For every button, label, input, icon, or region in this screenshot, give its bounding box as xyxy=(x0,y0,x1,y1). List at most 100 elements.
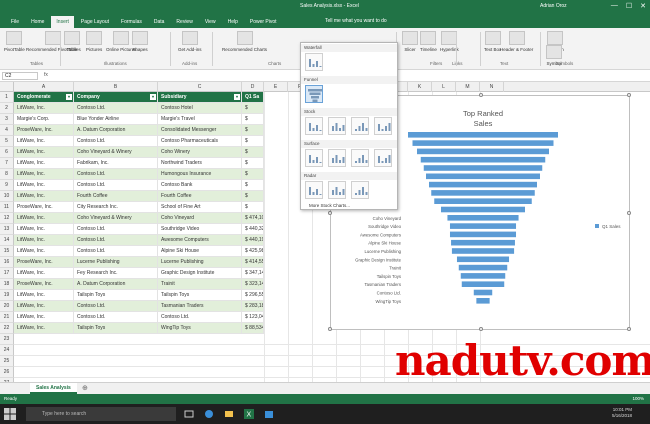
row-header-11[interactable]: 11 xyxy=(0,202,14,213)
chart-title[interactable]: Top Ranked Sales xyxy=(463,109,503,128)
table-cell[interactable]: Contoso Ltd. xyxy=(74,103,158,114)
row-header-26[interactable]: 26 xyxy=(0,367,14,378)
table-cell[interactable]: Tailspin Toys xyxy=(74,323,158,334)
timeline-button[interactable]: Timeline xyxy=(420,31,437,52)
table-cell[interactable]: $ xyxy=(242,202,264,213)
task-view-icon[interactable] xyxy=(184,409,194,419)
legend-label[interactable]: Q1 Sales xyxy=(602,224,621,229)
funnel-bar[interactable] xyxy=(461,281,505,287)
column-header-l[interactable]: L xyxy=(432,82,456,92)
table-cell[interactable]: $ xyxy=(242,114,264,125)
sheet-tab-sales-analysis[interactable]: Sales Analysis xyxy=(30,383,77,394)
table-cell[interactable]: Fabrikam, Inc. xyxy=(74,158,158,169)
table-cell[interactable]: Coho Vineyard & Winery xyxy=(74,213,158,224)
table-cell[interactable]: LitWare, Inc. xyxy=(14,224,74,235)
funnel-bar[interactable] xyxy=(451,248,515,254)
radar-chart-thumbnail[interactable] xyxy=(351,181,369,199)
funnel-bar[interactable] xyxy=(458,264,508,271)
table-cell[interactable]: LitWare, Inc. xyxy=(14,136,74,147)
maximize-button[interactable]: ☐ xyxy=(626,2,632,10)
table-cell[interactable]: LitWare, Inc. xyxy=(14,301,74,312)
table-cell[interactable]: $ 283,184 xyxy=(242,301,264,312)
funnel-bar[interactable] xyxy=(476,298,490,304)
table-cell[interactable]: Contoso Ltd. xyxy=(74,224,158,235)
table-cell[interactable]: Consolidated Messenger xyxy=(158,125,242,136)
table-cell[interactable]: Blue Yonder Airline xyxy=(74,114,158,125)
table-button[interactable]: Table xyxy=(64,31,80,52)
row-header-19[interactable]: 19 xyxy=(0,290,14,301)
table-cell[interactable]: $ 88,534 xyxy=(242,323,264,334)
zoom-level[interactable]: 100% xyxy=(632,396,644,401)
table-cell[interactable]: Margie's Corp. xyxy=(14,114,74,125)
tab-page-layout[interactable]: Page Layout xyxy=(76,16,114,28)
row-header-9[interactable]: 9 xyxy=(0,180,14,191)
recommended-charts-button[interactable]: Recommended Charts xyxy=(222,31,267,52)
windows-start-icon[interactable] xyxy=(4,408,16,420)
funnel-bar[interactable] xyxy=(441,206,525,213)
table-cell[interactable]: Contoso Ltd. xyxy=(74,312,158,323)
tab-review[interactable]: Review xyxy=(171,16,197,28)
table-cell[interactable]: LitWare, Inc. xyxy=(14,169,74,180)
table-cell[interactable]: City Research Inc. xyxy=(74,202,158,213)
table-cell[interactable]: Awesome Computers xyxy=(158,235,242,246)
table-cell[interactable]: LitWare, Inc. xyxy=(14,147,74,158)
column-header-a[interactable]: A xyxy=(14,82,74,92)
table-cell[interactable]: Tasmanian Traders xyxy=(158,301,242,312)
funnel-bar[interactable] xyxy=(420,156,546,163)
table-cell[interactable]: Southridge Video xyxy=(158,224,242,235)
table-cell[interactable]: LitWare, Inc. xyxy=(14,180,74,191)
shapes-button[interactable]: Shapes xyxy=(132,31,148,52)
taskbar-clock[interactable]: 10:01 PM 5/16/2018 xyxy=(612,407,632,419)
table-cell[interactable]: LitWare, Inc. xyxy=(14,290,74,301)
row-header-16[interactable]: 16 xyxy=(0,257,14,268)
name-box[interactable]: C2 xyxy=(2,72,38,80)
table-cell[interactable]: LitWare, Inc. xyxy=(14,323,74,334)
funnel-bar[interactable] xyxy=(460,273,506,279)
excel-app-icon[interactable]: X xyxy=(244,409,254,419)
surface-chart-thumbnail[interactable] xyxy=(351,149,369,167)
chart-resize-handle[interactable] xyxy=(627,93,631,97)
table-header-cell[interactable]: Conglomerate ▾ xyxy=(14,92,74,103)
table-cell[interactable]: Coho Vineyard & Winery xyxy=(74,147,158,158)
funnel-bar[interactable] xyxy=(451,239,515,246)
table-cell[interactable]: Contoso Ltd. xyxy=(74,169,158,180)
table-cell[interactable]: Contoso Ltd. xyxy=(74,301,158,312)
table-cell[interactable]: $ 347,142 xyxy=(242,268,264,279)
funnel-bar[interactable] xyxy=(449,223,517,229)
funnel-bar[interactable] xyxy=(447,215,519,221)
table-cell[interactable]: A. Datum Corporation xyxy=(74,125,158,136)
funnel-bar[interactable] xyxy=(431,190,535,196)
row-header-10[interactable]: 10 xyxy=(0,191,14,202)
tell-me-box[interactable]: Tell me what you want to do xyxy=(325,18,387,24)
table-cell[interactable]: Contoso Ltd. xyxy=(158,312,242,323)
row-header-1[interactable]: 1 xyxy=(0,92,14,103)
funnel-bar[interactable] xyxy=(434,198,532,204)
slicer-button[interactable]: Slicer xyxy=(402,31,418,52)
table-cell[interactable]: Fourth Coffee xyxy=(158,191,242,202)
funnel-bar[interactable] xyxy=(473,289,493,296)
surface-chart-thumbnail[interactable] xyxy=(305,149,323,167)
row-header-6[interactable]: 6 xyxy=(0,147,14,158)
table-cell[interactable]: Lucerne Publishing xyxy=(158,257,242,268)
row-header-24[interactable]: 24 xyxy=(0,345,14,356)
table-cell[interactable]: Contoso Ltd. xyxy=(74,246,158,257)
row-header-12[interactable]: 12 xyxy=(0,213,14,224)
column-header-e[interactable]: E xyxy=(264,82,288,92)
stock-chart-thumbnail[interactable] xyxy=(351,117,369,135)
table-cell[interactable]: Tailspin Toys xyxy=(74,290,158,301)
table-cell[interactable]: $ 414,554 xyxy=(242,257,264,268)
filter-dropdown-icon[interactable]: ▾ xyxy=(66,94,72,100)
table-cell[interactable]: Tailspin Toys xyxy=(158,290,242,301)
row-header-8[interactable]: 8 xyxy=(0,169,14,180)
filter-dropdown-icon[interactable]: ▾ xyxy=(234,94,240,100)
edge-browser-icon[interactable] xyxy=(204,409,214,419)
chart-resize-handle[interactable] xyxy=(627,211,631,215)
table-cell[interactable]: Coho Vineyard xyxy=(158,213,242,224)
header-footer-button[interactable]: Header & Footer xyxy=(500,31,533,52)
table-cell[interactable]: Coho Winery xyxy=(158,147,242,158)
table-cell[interactable]: $ 474,103 xyxy=(242,213,264,224)
table-cell[interactable]: WingTip Toys xyxy=(158,323,242,334)
table-cell[interactable]: LitWare, Inc. xyxy=(14,191,74,202)
row-header-20[interactable]: 20 xyxy=(0,301,14,312)
row-header-5[interactable]: 5 xyxy=(0,136,14,147)
